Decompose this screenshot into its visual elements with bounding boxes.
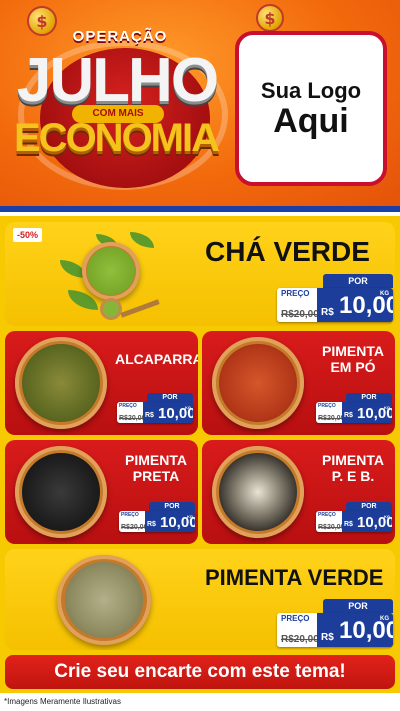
product-image-alcaparras	[15, 337, 107, 429]
price-unit: KG	[384, 405, 390, 410]
old-price: R$20,00	[281, 634, 319, 645]
product-name: PIMENTA EM PÓ	[322, 343, 384, 376]
currency-symbol: R$	[321, 632, 334, 643]
price-tag: POR PREÇO R$20,00 R$ 10,00 KG	[316, 502, 392, 532]
logo-text-line1: Sua Logo	[260, 77, 362, 103]
product-image-pimenta-preta	[15, 446, 107, 538]
product-name: PIMENTA VERDE	[205, 565, 384, 590]
preco-label: PREÇO	[318, 512, 336, 518]
preco-label: PREÇO	[281, 289, 310, 298]
currency-symbol: R$	[147, 521, 156, 528]
product-image-pimenta-em-po	[212, 337, 304, 429]
currency-symbol: R$	[145, 412, 154, 419]
preco-label: PREÇO	[318, 403, 336, 409]
old-price: R$20,00	[318, 415, 345, 422]
price-unit: KG	[185, 405, 191, 410]
price-por-label: POR	[323, 274, 393, 288]
price-unit: KG	[380, 616, 389, 622]
promo-title-operacao: OPERAÇÃO	[72, 28, 168, 45]
price-unit: KG	[380, 291, 389, 297]
product-name: CHÁ VERDE	[205, 236, 370, 267]
header-banner: $ $ OPERAÇÃO JULHO COM MAIS ECONOMIA Sua…	[0, 0, 400, 212]
featured-card-cha-verde[interactable]: -50% CHÁ VERDE POR PREÇO R$20,00 R$ 10,0…	[5, 222, 395, 326]
new-price: 10,00	[339, 617, 393, 644]
product-image-pimenta-peb	[212, 446, 304, 538]
price-tag: POR PREÇO R$20,00 R$ 10,00 KG	[117, 393, 193, 423]
old-price-box: PREÇO R$20,00	[277, 613, 319, 647]
price-tag: POR PREÇO R$20,00 R$ 10,00 KG	[119, 502, 195, 532]
product-name: ALCAPARRAS	[115, 351, 198, 367]
logo-text-line2: Aqui	[273, 101, 349, 140]
price-unit: KG	[187, 514, 193, 519]
product-card-pimenta-preta[interactable]: PIMENTA PRETA POR PREÇO R$20,00 R$ 10,00 KG	[5, 440, 198, 544]
featured-card-pimenta-verde[interactable]: PIMENTA VERDE POR PREÇO R$20,00 R$ 10,00…	[5, 549, 395, 650]
product-card-alcaparras[interactable]: ALCAPARRAS POR PREÇOR$20,00 R$10,00KG	[5, 331, 198, 435]
header-divider-white	[0, 212, 400, 216]
product-card-pimenta-em-po[interactable]: PIMENTA EM PÓ POR PREÇO R$20,00 R$ 10,00 KG	[202, 331, 395, 435]
cta-banner[interactable]: Crie seu encarte com este tema!	[5, 655, 395, 689]
logo-placeholder[interactable]: Sua Logo Aqui	[235, 31, 387, 186]
price-por-label: POR	[323, 599, 393, 613]
price-tag: POR PREÇO R$20,00 R$ 10,00 KG	[316, 393, 392, 423]
product-name: PIMENTA PRETA	[125, 452, 187, 485]
price-tag: POR PREÇO R$20,00 R$ 10,00 KG	[277, 274, 393, 322]
new-price-box: R$ 10,00 KG	[317, 613, 393, 647]
product-card-pimenta-peb[interactable]: PIMENTA P. E B. POR PREÇO R$20,00 R$ 10,00…	[202, 440, 395, 544]
tea-illustration	[60, 232, 180, 322]
preco-label: PREÇO	[281, 614, 310, 623]
price-tag: POR PREÇO R$20,00 R$ 10,00 KG	[277, 599, 393, 647]
currency-symbol: R$	[344, 521, 353, 528]
coin-icon: $	[27, 6, 57, 36]
price-unit: KG	[384, 514, 390, 519]
footer-disclaimer: *Imagens Meramente Ilustrativas	[0, 693, 400, 711]
old-price-box: PREÇO R$20,00	[277, 288, 319, 322]
old-price: R$20,00	[121, 524, 148, 531]
discount-badge: -50%	[13, 228, 43, 242]
new-price: 10,00	[339, 292, 393, 319]
preco-label: PREÇO	[119, 403, 137, 409]
product-name: PIMENTA P. E B.	[322, 452, 384, 485]
old-price: R$20,00	[318, 524, 345, 531]
product-image-pimenta-verde	[57, 555, 151, 645]
old-price: R$20,00	[119, 415, 146, 422]
currency-symbol: R$	[344, 412, 353, 419]
preco-label: PREÇO	[121, 512, 139, 518]
promo-title-economia: ECONOMIA	[14, 116, 220, 160]
promo-title-julho: JULHO	[16, 46, 219, 115]
old-price: R$20,00	[281, 309, 319, 320]
coin-icon: $	[256, 4, 284, 32]
currency-symbol: R$	[321, 307, 334, 318]
new-price-box: R$ 10,00 KG	[317, 288, 393, 322]
